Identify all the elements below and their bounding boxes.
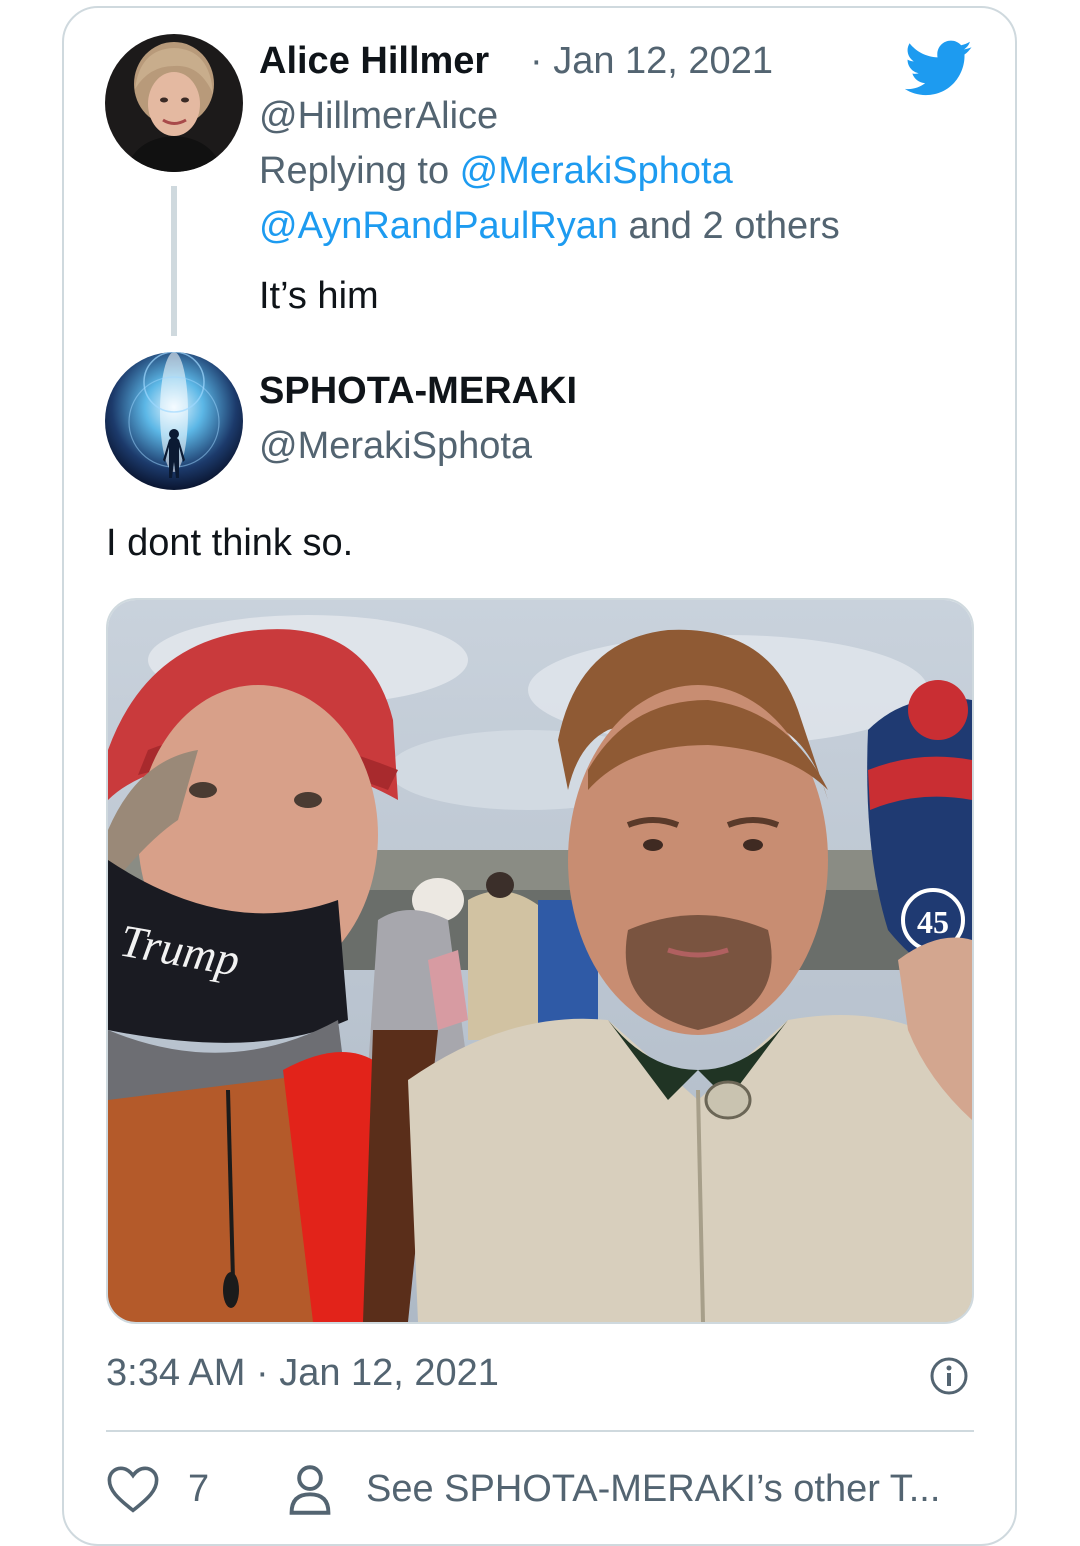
mention-link[interactable]: @AynRandPaulRyan — [259, 205, 618, 247]
alice-avatar[interactable] — [105, 34, 243, 172]
thread-line — [171, 186, 177, 336]
replying-to-line: Replying to @MerakiSphota — [259, 150, 733, 193]
twitter-bird-icon — [904, 40, 973, 103]
tweet-timestamp[interactable]: 3:34 AM · Jan 12, 2021 — [106, 1352, 499, 1395]
info-icon[interactable] — [929, 1356, 969, 1401]
sphota-tweet-text: I dont think so. — [106, 522, 354, 564]
see-other-tweets-link[interactable]: See SPHOTA-MERAKI’s other T... — [366, 1468, 940, 1511]
tweet-photo[interactable]: Trump 45 — [106, 598, 974, 1324]
others-text[interactable]: and 2 others — [618, 205, 840, 247]
alice-tweet-text: It’s him — [259, 275, 379, 317]
sphota-author-name[interactable]: SPHOTA-MERAKI — [259, 370, 577, 413]
alice-handle[interactable]: @HillmerAlice — [259, 95, 498, 138]
alice-tweet-date[interactable]: · Jan 12, 2021 — [530, 40, 773, 83]
replying-to-line-2: @AynRandPaulRyan and 2 others — [259, 205, 840, 248]
like-count: 7 — [188, 1468, 210, 1510]
heart-icon[interactable] — [106, 1464, 160, 1519]
sphota-handle[interactable]: @MerakiSphota — [259, 425, 532, 468]
sphota-avatar[interactable] — [105, 352, 243, 490]
replying-to-link[interactable]: @MerakiSphota — [460, 150, 733, 192]
replying-prefix: Replying to — [259, 150, 460, 192]
divider — [106, 1430, 974, 1432]
beanie-badge-text: 45 — [917, 904, 949, 940]
person-icon[interactable] — [287, 1464, 333, 1521]
alice-author-name[interactable]: Alice Hillmer — [259, 40, 489, 83]
